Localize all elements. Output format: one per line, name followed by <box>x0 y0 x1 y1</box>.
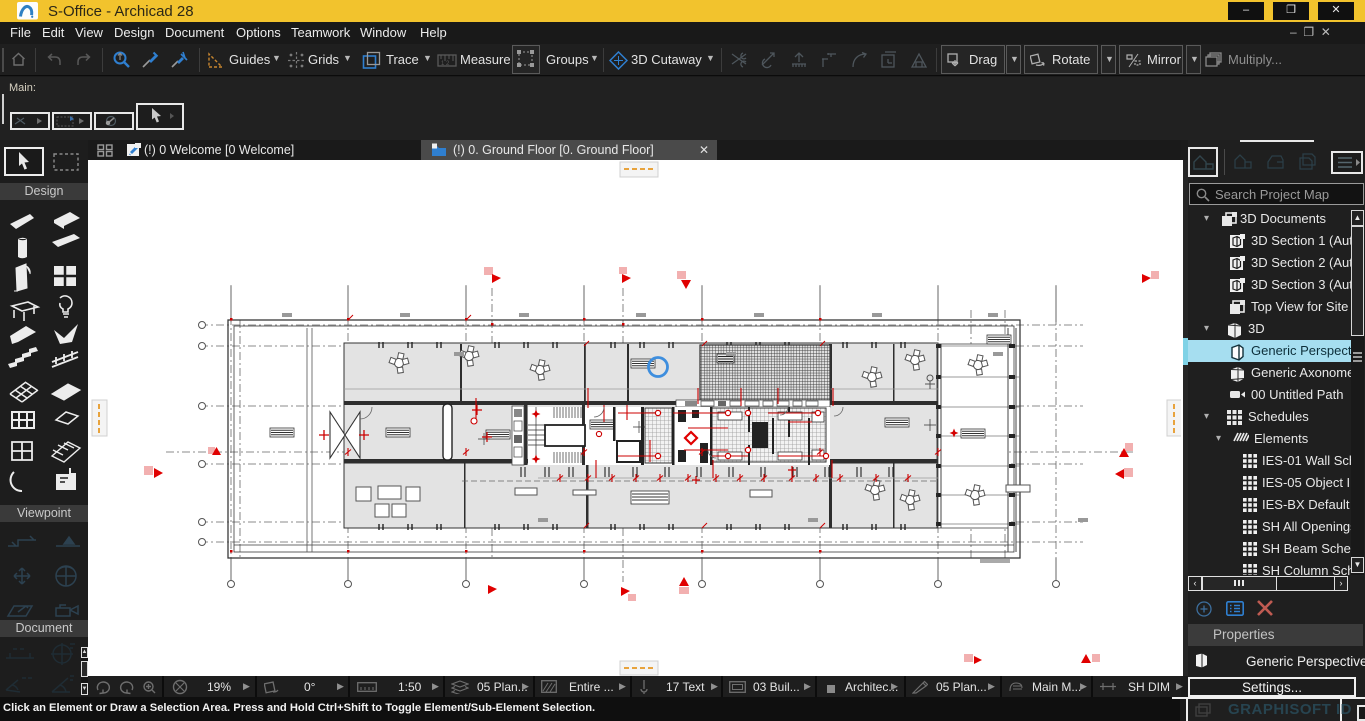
svg-text:1 2: 1 2 <box>441 61 450 67</box>
